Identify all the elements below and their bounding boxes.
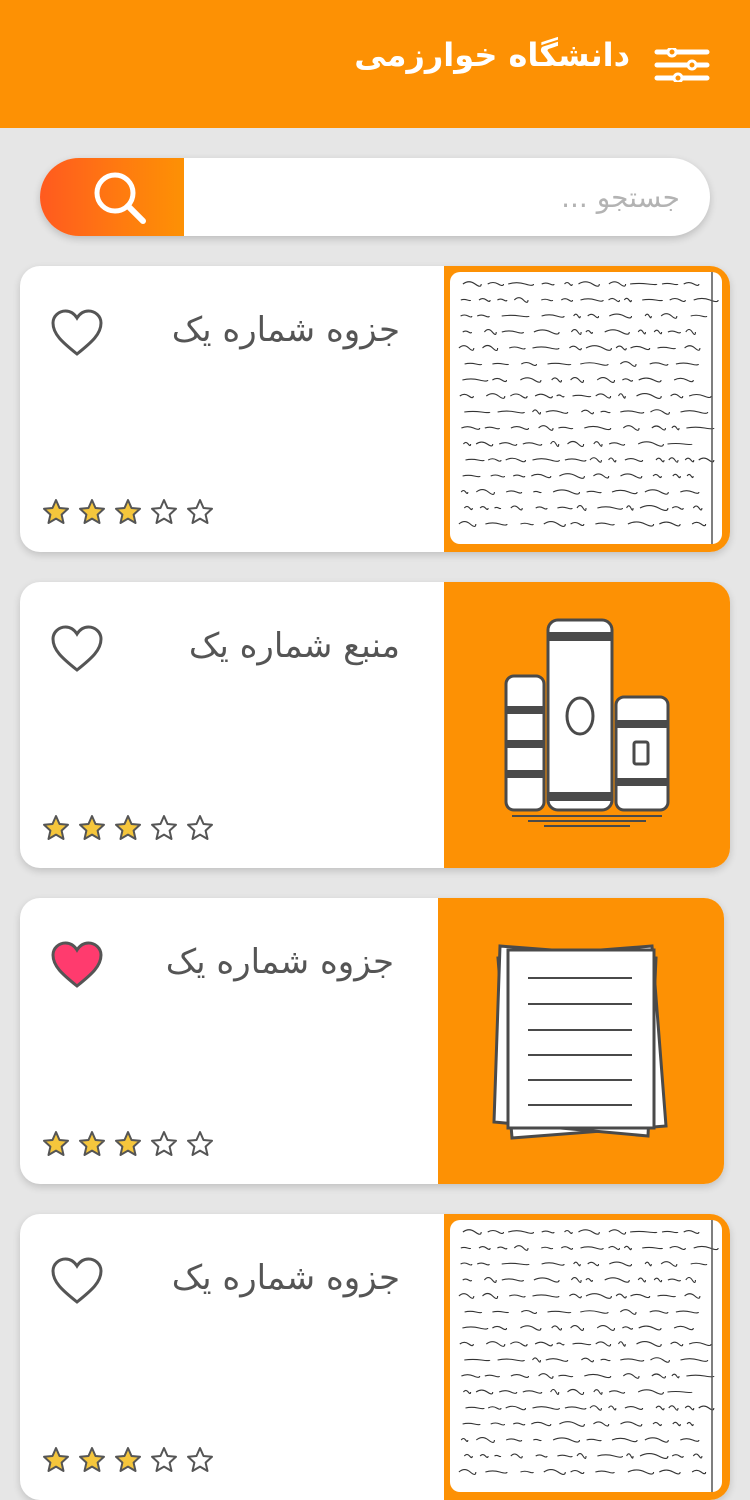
star-filled-icon	[42, 1130, 70, 1158]
list-item[interactable]: جزوه شماره یک	[20, 898, 724, 1184]
star-filled-icon	[78, 1130, 106, 1158]
item-thumbnail	[444, 1214, 730, 1500]
star-filled-icon	[42, 498, 70, 526]
heart-filled-icon[interactable]	[50, 940, 104, 990]
star-filled-icon	[42, 814, 70, 842]
list-item[interactable]: منبع شماره یک	[20, 582, 730, 868]
star-empty-icon	[186, 1130, 214, 1158]
books-icon	[504, 618, 670, 827]
filter-menu-icon[interactable]	[654, 46, 710, 84]
paper-stack-icon	[492, 944, 668, 1140]
item-title: جزوه شماره یک	[171, 310, 400, 350]
star-empty-icon	[150, 814, 178, 842]
star-filled-icon	[78, 814, 106, 842]
star-empty-icon	[186, 814, 214, 842]
heart-outline-icon[interactable]	[50, 1256, 104, 1306]
star-filled-icon	[114, 1446, 142, 1474]
item-title: منبع شماره یک	[188, 626, 400, 666]
star-filled-icon	[78, 498, 106, 526]
search-bar	[40, 158, 710, 236]
item-thumbnail	[444, 582, 730, 868]
star-empty-icon	[150, 1130, 178, 1158]
star-filled-icon	[114, 1130, 142, 1158]
rating-stars	[42, 814, 214, 842]
list-item[interactable]: جزوه شماره یک	[20, 266, 730, 552]
star-empty-icon	[186, 498, 214, 526]
star-filled-icon	[42, 1446, 70, 1474]
app-title: دانشگاه خوارزمی	[354, 36, 630, 74]
star-empty-icon	[150, 1446, 178, 1474]
item-title: جزوه شماره یک	[171, 1258, 400, 1298]
heart-outline-icon[interactable]	[50, 308, 104, 358]
rating-stars	[42, 1446, 214, 1474]
item-thumbnail	[444, 266, 730, 552]
app-bar: دانشگاه خوارزمی	[0, 0, 750, 128]
star-filled-icon	[114, 814, 142, 842]
heart-outline-icon[interactable]	[50, 624, 104, 674]
item-thumbnail	[438, 898, 724, 1184]
rating-stars	[42, 498, 214, 526]
star-filled-icon	[114, 498, 142, 526]
star-empty-icon	[186, 1446, 214, 1474]
handwritten-notes-image	[450, 272, 722, 544]
star-filled-icon	[78, 1446, 106, 1474]
item-title: جزوه شماره یک	[165, 942, 394, 982]
rating-stars	[42, 1130, 214, 1158]
star-empty-icon	[150, 498, 178, 526]
search-input[interactable]	[200, 158, 684, 236]
list-item[interactable]: جزوه شماره یک	[20, 1214, 730, 1500]
handwritten-notes-image	[450, 1220, 722, 1492]
search-button[interactable]	[40, 158, 184, 236]
search-icon	[94, 172, 146, 224]
